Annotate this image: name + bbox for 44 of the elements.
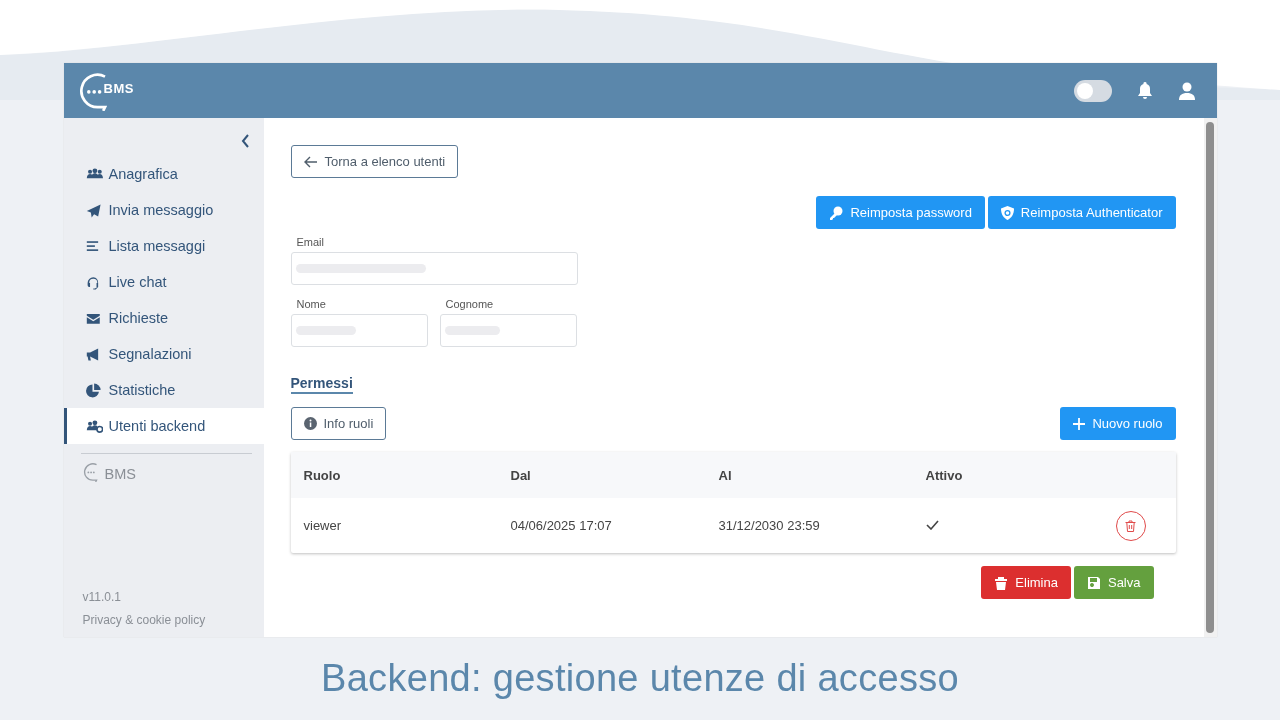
column-header: Al [718,467,733,483]
sidebar-item[interactable]: Utenti backend [63,408,264,444]
shield-icon [1000,205,1014,220]
trash-icon [1125,519,1136,532]
field-label: Cognome [444,298,495,310]
logo-text: BMS [103,81,134,96]
caption: Backend: gestione utenze di accesso [321,657,959,700]
back-button[interactable]: Torna a elenco utenti [290,145,459,178]
plus-icon [1073,417,1086,430]
sidebar-item[interactable]: Anagrafica [63,156,264,192]
delete-button[interactable]: Elimina [981,566,1071,599]
sidebar-item[interactable]: Lista messaggi [63,228,264,264]
roles-info-button[interactable]: Info ruoli [290,407,387,440]
column-header: Dal [510,467,532,483]
sidebar-item[interactable]: Live chat [63,264,264,300]
table-cell-text: viewer [303,518,343,533]
sidebar-item[interactable]: Statistiche [63,372,264,408]
sidebar-item[interactable]: Richieste [63,300,264,336]
menu-item-icon [85,418,103,434]
input-field[interactable] [290,252,578,285]
menu-item-icon [85,202,103,218]
field-label: Nome [295,298,327,310]
field-label: Email [295,236,325,248]
sidebar-item[interactable]: Segnalazioni [63,336,264,372]
key-icon [829,205,844,220]
column-header: Ruolo [303,467,342,483]
brand-name: BMS [104,465,136,482]
table-cell-text: 31/12/2030 23:59 [718,518,821,533]
table-cell-text: 04/06/2025 17:07 [510,518,613,533]
collapse-icon[interactable] [240,134,250,148]
input-field[interactable] [439,314,577,347]
menu-item-icon [85,382,103,398]
version-text: v11.0.1 [81,590,122,604]
column-header: Attivo [925,467,964,483]
permissions-tab[interactable]: Permessi [290,375,353,394]
delete-role-button[interactable] [1115,510,1146,541]
trash-icon [994,575,1009,590]
user-icon[interactable] [1178,81,1195,100]
sidebar-item[interactable]: Invia messaggio [63,192,264,228]
input-field[interactable] [290,314,428,347]
info-icon [303,417,317,430]
arrow-left-icon [303,155,318,168]
bell-icon[interactable] [1136,81,1153,100]
dark-mode-toggle[interactable] [1073,79,1112,102]
